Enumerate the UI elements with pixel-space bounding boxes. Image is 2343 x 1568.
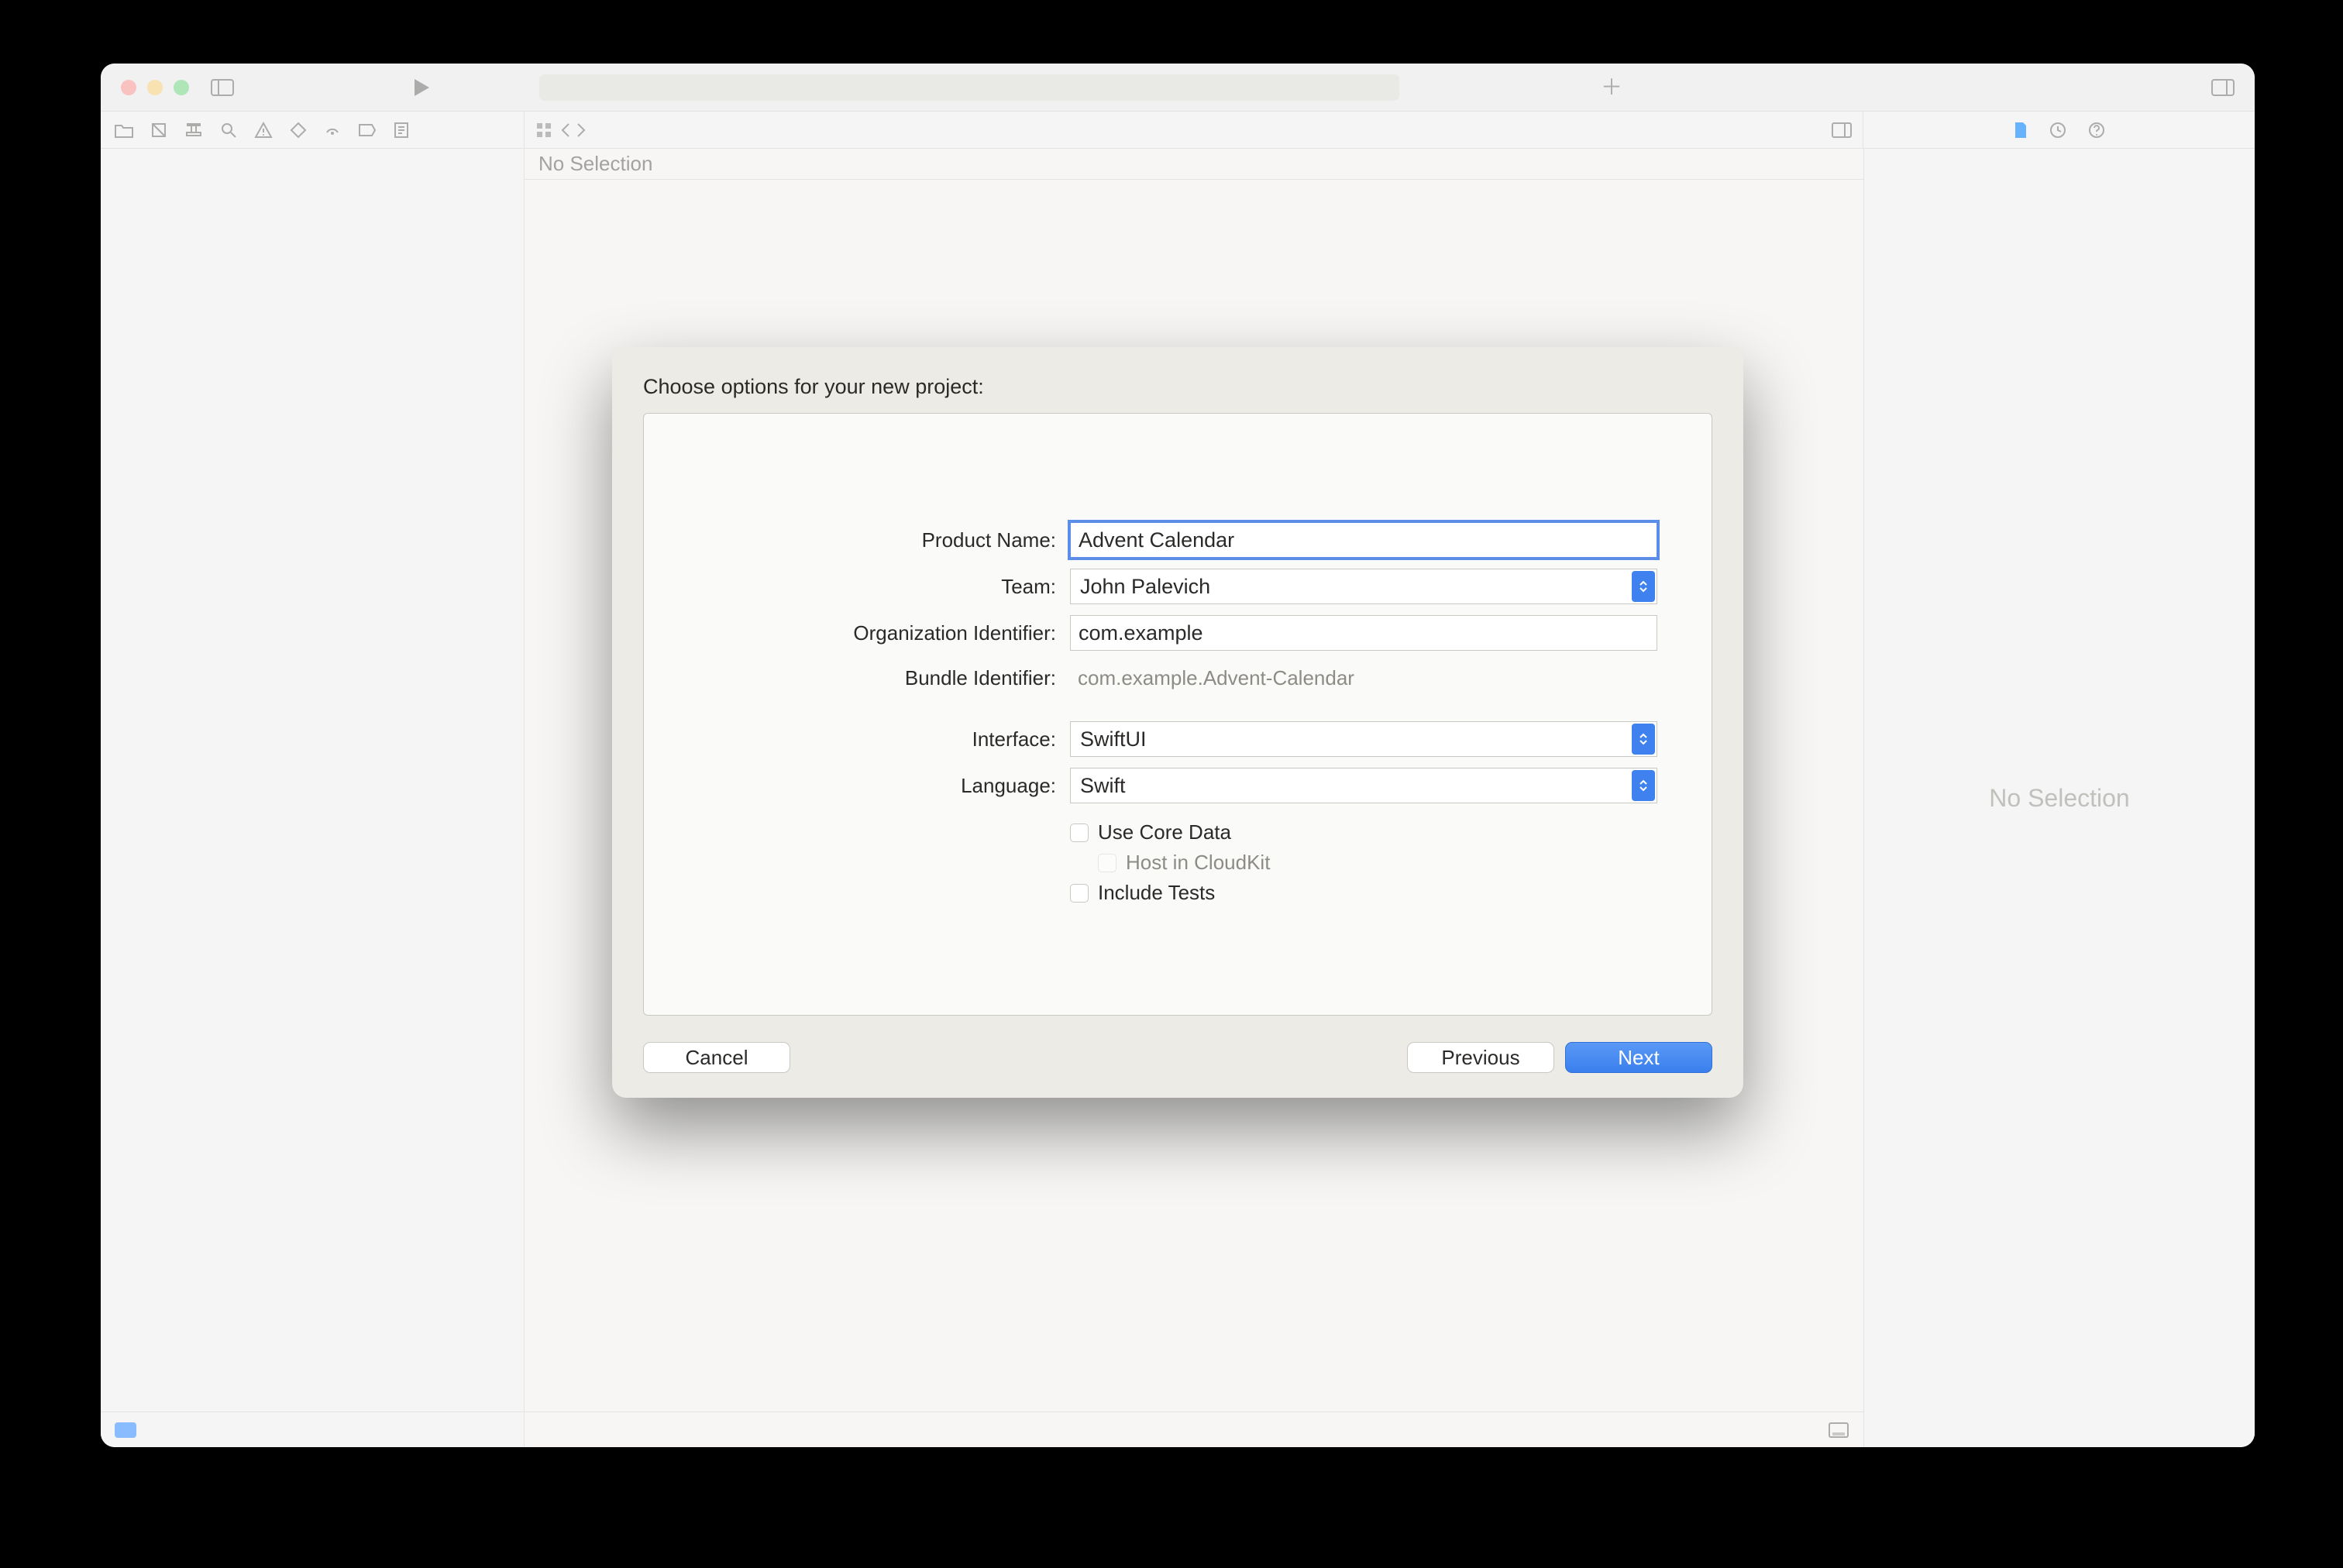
minimize-window-button[interactable] xyxy=(147,80,163,95)
source-control-navigator-icon[interactable] xyxy=(150,122,167,139)
host-cloudkit-label: Host in CloudKit xyxy=(1126,851,1270,875)
canvas-icon[interactable] xyxy=(1828,1422,1849,1439)
navigator-pane xyxy=(101,149,525,1447)
sheet-title: Choose options for your new project: xyxy=(643,375,1712,399)
xcode-window: ＋ xyxy=(101,64,2255,1447)
editor-footer xyxy=(525,1412,1863,1447)
sheet-buttons: Cancel Previous Next xyxy=(643,1042,1712,1073)
close-window-button[interactable] xyxy=(121,80,136,95)
include-tests-checkbox[interactable] xyxy=(1070,884,1089,903)
language-label: Language: xyxy=(698,774,1070,798)
file-inspector-icon[interactable] xyxy=(2013,121,2028,139)
titlebar: ＋ xyxy=(101,64,2255,112)
related-items-icon[interactable] xyxy=(535,122,552,139)
new-project-sheet: Choose options for your new project: Pro… xyxy=(612,347,1743,1098)
org-id-label: Organization Identifier: xyxy=(698,621,1070,645)
product-name-label: Product Name: xyxy=(698,528,1070,552)
editor-layout-icon[interactable] xyxy=(1832,122,1852,138)
debug-navigator-icon[interactable] xyxy=(324,122,341,139)
breakpoint-navigator-icon[interactable] xyxy=(358,123,377,137)
symbol-navigator-icon[interactable] xyxy=(184,122,203,139)
activity-bar[interactable] xyxy=(539,74,1399,101)
language-popup[interactable]: Swift xyxy=(1070,768,1657,803)
sheet-form: Product Name: Team: John Palevich xyxy=(643,413,1712,1016)
inspector-selector xyxy=(1863,112,2255,148)
interface-popup[interactable]: SwiftUI xyxy=(1070,721,1657,757)
inspector-pane: No Selection xyxy=(1863,149,2255,1447)
popup-stepper-icon xyxy=(1632,571,1655,602)
navigator-selector xyxy=(101,112,525,148)
cancel-button[interactable]: Cancel xyxy=(643,1042,790,1073)
inspector-placeholder: No Selection xyxy=(1989,784,2129,813)
forward-icon[interactable] xyxy=(576,122,587,138)
find-navigator-icon[interactable] xyxy=(220,122,237,139)
interface-label: Interface: xyxy=(698,727,1070,751)
zoom-window-button[interactable] xyxy=(174,80,189,95)
run-icon[interactable] xyxy=(412,77,431,98)
add-target-icon[interactable]: ＋ xyxy=(1601,77,1622,98)
use-core-data-label: Use Core Data xyxy=(1098,820,1231,844)
bundle-id-label: Bundle Identifier: xyxy=(698,666,1070,690)
navigator-toolbar xyxy=(101,112,2255,149)
project-navigator-icon[interactable] xyxy=(115,122,133,138)
report-navigator-icon[interactable] xyxy=(394,122,409,139)
team-label: Team: xyxy=(698,575,1070,599)
use-core-data-checkbox[interactable] xyxy=(1070,824,1089,842)
editor-jump-bar xyxy=(525,112,1863,148)
issue-navigator-icon[interactable] xyxy=(254,122,273,139)
product-name-input[interactable] xyxy=(1070,522,1657,558)
next-button[interactable]: Next xyxy=(1565,1042,1712,1073)
include-tests-label: Include Tests xyxy=(1098,881,1215,905)
previous-button[interactable]: Previous xyxy=(1407,1042,1554,1073)
language-value: Swift xyxy=(1080,774,1126,798)
help-inspector-icon[interactable] xyxy=(2087,121,2106,139)
filter-indicator-icon[interactable] xyxy=(115,1422,136,1438)
history-inspector-icon[interactable] xyxy=(2049,121,2067,139)
window-traffic-lights xyxy=(101,80,189,95)
popup-stepper-icon xyxy=(1632,724,1655,755)
interface-value: SwiftUI xyxy=(1080,727,1147,751)
host-cloudkit-checkbox xyxy=(1098,854,1116,872)
test-navigator-icon[interactable] xyxy=(290,122,307,139)
org-id-input[interactable] xyxy=(1070,615,1657,651)
breadcrumb: No Selection xyxy=(525,149,1863,180)
navigator-footer xyxy=(101,1412,524,1447)
popup-stepper-icon xyxy=(1632,770,1655,801)
bundle-id-value: com.example.Advent-Calendar xyxy=(1070,662,1657,695)
team-value: John Palevich xyxy=(1080,575,1210,599)
team-popup[interactable]: John Palevich xyxy=(1070,569,1657,604)
toggle-right-panel-icon[interactable] xyxy=(2211,79,2235,96)
back-icon[interactable] xyxy=(560,122,571,138)
history-nav xyxy=(560,122,587,138)
toggle-sidebar-icon[interactable] xyxy=(211,79,234,96)
